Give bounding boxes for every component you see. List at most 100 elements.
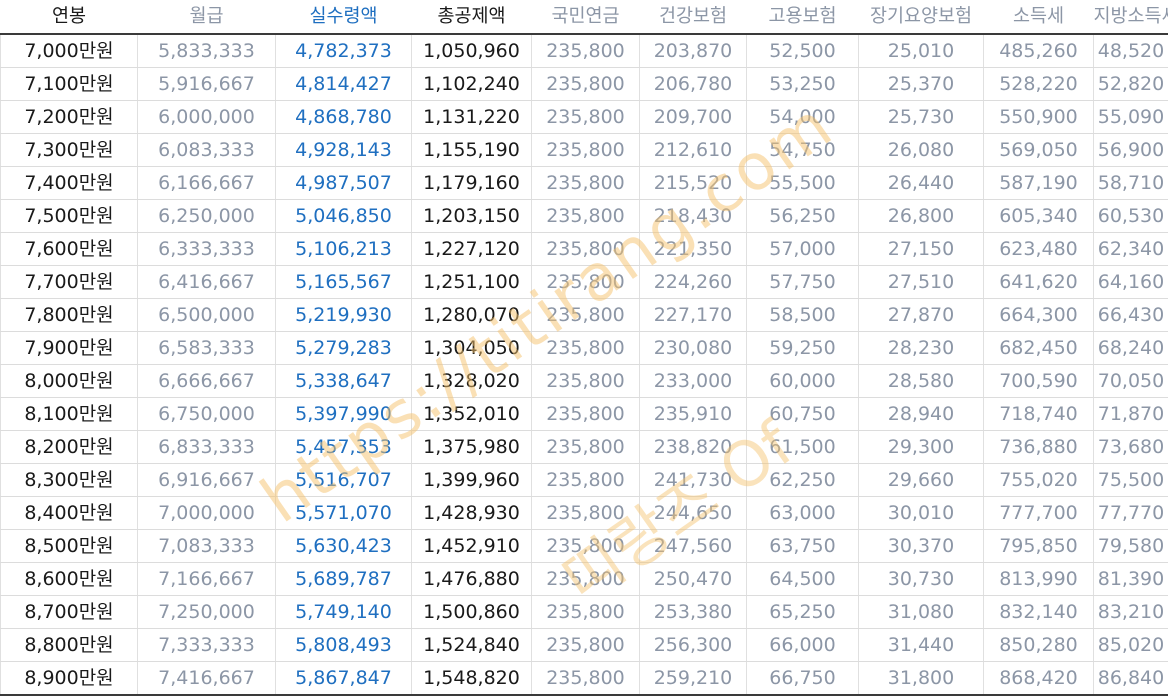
cell-local-income-tax: 77,770 (1094, 497, 1168, 530)
table-row: 8,900만원7,416,6675,867,8471,548,820235,80… (1, 662, 1168, 696)
cell-monthly-salary: 6,583,333 (138, 332, 276, 365)
table-row: 8,000만원6,666,6675,338,6471,328,020235,80… (1, 365, 1168, 398)
cell-local-income-tax: 73,680 (1094, 431, 1168, 464)
cell-national-pension: 235,800 (532, 266, 640, 299)
cell-health-insurance: 227,170 (640, 299, 747, 332)
cell-monthly-salary: 7,250,000 (138, 596, 276, 629)
cell-long-term-care: 27,510 (859, 266, 984, 299)
cell-income-tax: 587,190 (984, 167, 1094, 200)
cell-national-pension: 235,800 (532, 299, 640, 332)
table-row: 8,200만원6,833,3335,457,3531,375,980235,80… (1, 431, 1168, 464)
cell-annual-salary: 7,600만원 (1, 233, 138, 266)
cell-national-pension: 235,800 (532, 200, 640, 233)
cell-annual-salary: 7,900만원 (1, 332, 138, 365)
cell-monthly-salary: 6,833,333 (138, 431, 276, 464)
cell-take-home-pay: 5,279,283 (276, 332, 412, 365)
cell-long-term-care: 25,010 (859, 34, 984, 68)
cell-local-income-tax: 62,340 (1094, 233, 1168, 266)
cell-annual-salary: 8,400만원 (1, 497, 138, 530)
cell-annual-salary: 8,000만원 (1, 365, 138, 398)
cell-income-tax: 832,140 (984, 596, 1094, 629)
cell-health-insurance: 224,260 (640, 266, 747, 299)
cell-local-income-tax: 60,530 (1094, 200, 1168, 233)
cell-income-tax: 795,850 (984, 530, 1094, 563)
table-row: 7,400만원6,166,6674,987,5071,179,160235,80… (1, 167, 1168, 200)
cell-income-tax: 605,340 (984, 200, 1094, 233)
cell-take-home-pay: 5,106,213 (276, 233, 412, 266)
cell-national-pension: 235,800 (532, 530, 640, 563)
cell-employment-insurance: 62,250 (747, 464, 859, 497)
cell-take-home-pay: 5,397,990 (276, 398, 412, 431)
cell-national-pension: 235,800 (532, 398, 640, 431)
cell-long-term-care: 26,800 (859, 200, 984, 233)
cell-health-insurance: 218,430 (640, 200, 747, 233)
cell-monthly-salary: 6,333,333 (138, 233, 276, 266)
cell-long-term-care: 26,440 (859, 167, 984, 200)
cell-annual-salary: 7,700만원 (1, 266, 138, 299)
cell-long-term-care: 31,440 (859, 629, 984, 662)
cell-total-deduction: 1,399,960 (412, 464, 532, 497)
cell-annual-salary: 8,300만원 (1, 464, 138, 497)
cell-health-insurance: 215,520 (640, 167, 747, 200)
table-row: 7,900만원6,583,3335,279,2831,304,050235,80… (1, 332, 1168, 365)
cell-monthly-salary: 6,666,667 (138, 365, 276, 398)
cell-national-pension: 235,800 (532, 431, 640, 464)
cell-take-home-pay: 5,457,353 (276, 431, 412, 464)
table-row: 8,800만원7,333,3335,808,4931,524,840235,80… (1, 629, 1168, 662)
table-row: 8,300만원6,916,6675,516,7071,399,960235,80… (1, 464, 1168, 497)
cell-take-home-pay: 5,867,847 (276, 662, 412, 696)
cell-annual-salary: 7,300만원 (1, 134, 138, 167)
cell-long-term-care: 31,080 (859, 596, 984, 629)
cell-employment-insurance: 54,000 (747, 101, 859, 134)
table-row: 7,500만원6,250,0005,046,8501,203,150235,80… (1, 200, 1168, 233)
table-row: 8,400만원7,000,0005,571,0701,428,930235,80… (1, 497, 1168, 530)
cell-long-term-care: 26,080 (859, 134, 984, 167)
cell-monthly-salary: 7,166,667 (138, 563, 276, 596)
header-national-pension: 국민연금 (532, 0, 640, 34)
cell-monthly-salary: 6,916,667 (138, 464, 276, 497)
cell-employment-insurance: 55,500 (747, 167, 859, 200)
cell-monthly-salary: 6,000,000 (138, 101, 276, 134)
cell-local-income-tax: 81,390 (1094, 563, 1168, 596)
cell-total-deduction: 1,548,820 (412, 662, 532, 696)
cell-long-term-care: 28,580 (859, 365, 984, 398)
cell-local-income-tax: 68,240 (1094, 332, 1168, 365)
cell-long-term-care: 30,730 (859, 563, 984, 596)
cell-employment-insurance: 59,250 (747, 332, 859, 365)
cell-income-tax: 664,300 (984, 299, 1094, 332)
cell-employment-insurance: 66,750 (747, 662, 859, 696)
cell-annual-salary: 8,900만원 (1, 662, 138, 696)
cell-annual-salary: 8,200만원 (1, 431, 138, 464)
cell-health-insurance: 256,300 (640, 629, 747, 662)
cell-local-income-tax: 86,840 (1094, 662, 1168, 696)
cell-national-pension: 235,800 (532, 662, 640, 696)
cell-health-insurance: 203,870 (640, 34, 747, 68)
header-row: 연봉월급실수령액총공제액국민연금건강보험고용보험장기요양보험소득세지방소득세 (1, 0, 1168, 34)
cell-long-term-care: 30,370 (859, 530, 984, 563)
cell-monthly-salary: 6,250,000 (138, 200, 276, 233)
cell-national-pension: 235,800 (532, 101, 640, 134)
cell-monthly-salary: 6,083,333 (138, 134, 276, 167)
cell-local-income-tax: 85,020 (1094, 629, 1168, 662)
cell-total-deduction: 1,280,070 (412, 299, 532, 332)
cell-take-home-pay: 5,165,567 (276, 266, 412, 299)
cell-take-home-pay: 5,516,707 (276, 464, 412, 497)
cell-total-deduction: 1,179,160 (412, 167, 532, 200)
cell-monthly-salary: 5,833,333 (138, 34, 276, 68)
cell-local-income-tax: 79,580 (1094, 530, 1168, 563)
cell-take-home-pay: 5,808,493 (276, 629, 412, 662)
cell-health-insurance: 241,730 (640, 464, 747, 497)
cell-employment-insurance: 61,500 (747, 431, 859, 464)
cell-employment-insurance: 63,750 (747, 530, 859, 563)
cell-monthly-salary: 7,333,333 (138, 629, 276, 662)
cell-annual-salary: 8,700만원 (1, 596, 138, 629)
cell-long-term-care: 28,230 (859, 332, 984, 365)
cell-health-insurance: 233,000 (640, 365, 747, 398)
header-long-term-care: 장기요양보험 (859, 0, 984, 34)
cell-long-term-care: 27,870 (859, 299, 984, 332)
cell-employment-insurance: 60,750 (747, 398, 859, 431)
cell-long-term-care: 28,940 (859, 398, 984, 431)
cell-long-term-care: 25,370 (859, 68, 984, 101)
table-row: 7,300만원6,083,3334,928,1431,155,190235,80… (1, 134, 1168, 167)
cell-employment-insurance: 53,250 (747, 68, 859, 101)
